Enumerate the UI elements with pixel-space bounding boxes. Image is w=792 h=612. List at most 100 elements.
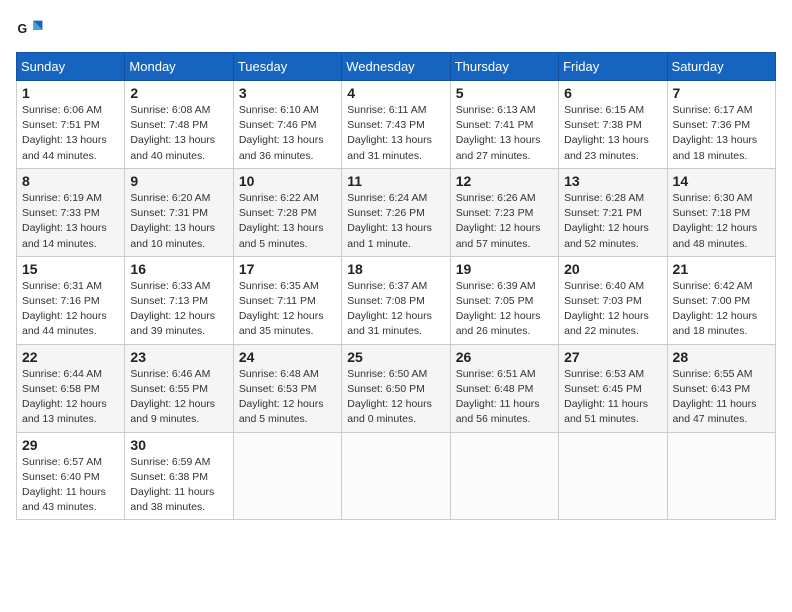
cell-day-number: 23: [130, 349, 227, 365]
cell-info: Sunrise: 6:42 AMSunset: 7:00 PMDaylight:…: [673, 279, 770, 340]
calendar-week-1: 1Sunrise: 6:06 AMSunset: 7:51 PMDaylight…: [17, 81, 776, 169]
cell-day-number: 8: [22, 173, 119, 189]
calendar-cell: 23 Sunrise: 6:46 AMSunset: 6:55 PMDayligh…: [125, 344, 233, 432]
day-header-wednesday: Wednesday: [342, 53, 450, 81]
cell-info: Sunrise: 6:06 AMSunset: 7:51 PMDaylight:…: [22, 103, 119, 164]
day-header-tuesday: Tuesday: [233, 53, 341, 81]
cell-day-number: 22: [22, 349, 119, 365]
cell-day-number: 26: [456, 349, 553, 365]
cell-day-number: 17: [239, 261, 336, 277]
cell-info: Sunrise: 6:39 AMSunset: 7:05 PMDaylight:…: [456, 279, 553, 340]
cell-info: Sunrise: 6:17 AMSunset: 7:36 PMDaylight:…: [673, 103, 770, 164]
cell-day-number: 19: [456, 261, 553, 277]
cell-day-number: 18: [347, 261, 444, 277]
cell-day-number: 6: [564, 85, 661, 101]
cell-day-number: 12: [456, 173, 553, 189]
cell-day-number: 9: [130, 173, 227, 189]
day-header-thursday: Thursday: [450, 53, 558, 81]
cell-info: Sunrise: 6:50 AMSunset: 6:50 PMDaylight:…: [347, 367, 444, 428]
calendar-cell: [559, 432, 667, 520]
cell-info: Sunrise: 6:57 AMSunset: 6:40 PMDaylight:…: [22, 455, 119, 516]
cell-info: Sunrise: 6:35 AMSunset: 7:11 PMDaylight:…: [239, 279, 336, 340]
cell-day-number: 14: [673, 173, 770, 189]
logo: G: [16, 16, 48, 44]
calendar-cell: 9 Sunrise: 6:20 AMSunset: 7:31 PMDaylight…: [125, 168, 233, 256]
calendar-header: SundayMondayTuesdayWednesdayThursdayFrid…: [17, 53, 776, 81]
cell-info: Sunrise: 6:19 AMSunset: 7:33 PMDaylight:…: [22, 191, 119, 252]
calendar-cell: 6Sunrise: 6:15 AMSunset: 7:38 PMDaylight…: [559, 81, 667, 169]
cell-day-number: 13: [564, 173, 661, 189]
day-header-friday: Friday: [559, 53, 667, 81]
calendar-cell: [342, 432, 450, 520]
calendar-cell: 22 Sunrise: 6:44 AMSunset: 6:58 PMDayligh…: [17, 344, 125, 432]
header: G: [16, 16, 776, 44]
cell-day-number: 10: [239, 173, 336, 189]
calendar-cell: [667, 432, 775, 520]
calendar-cell: 1Sunrise: 6:06 AMSunset: 7:51 PMDaylight…: [17, 81, 125, 169]
cell-info: Sunrise: 6:55 AMSunset: 6:43 PMDaylight:…: [673, 367, 770, 428]
cell-info: Sunrise: 6:28 AMSunset: 7:21 PMDaylight:…: [564, 191, 661, 252]
calendar-cell: 27 Sunrise: 6:53 AMSunset: 6:45 PMDayligh…: [559, 344, 667, 432]
cell-info: Sunrise: 6:22 AMSunset: 7:28 PMDaylight:…: [239, 191, 336, 252]
cell-day-number: 21: [673, 261, 770, 277]
cell-day-number: 24: [239, 349, 336, 365]
calendar-cell: 16 Sunrise: 6:33 AMSunset: 7:13 PMDayligh…: [125, 256, 233, 344]
cell-day-number: 4: [347, 85, 444, 101]
cell-day-number: 27: [564, 349, 661, 365]
calendar-cell: 14 Sunrise: 6:30 AMSunset: 7:18 PMDayligh…: [667, 168, 775, 256]
calendar-week-4: 22 Sunrise: 6:44 AMSunset: 6:58 PMDayligh…: [17, 344, 776, 432]
cell-info: Sunrise: 6:11 AMSunset: 7:43 PMDaylight:…: [347, 103, 444, 164]
calendar-cell: 15 Sunrise: 6:31 AMSunset: 7:16 PMDayligh…: [17, 256, 125, 344]
cell-info: Sunrise: 6:59 AMSunset: 6:38 PMDaylight:…: [130, 455, 227, 516]
cell-day-number: 16: [130, 261, 227, 277]
cell-day-number: 15: [22, 261, 119, 277]
calendar-cell: 2Sunrise: 6:08 AMSunset: 7:48 PMDaylight…: [125, 81, 233, 169]
calendar-cell: 5 Sunrise: 6:13 AMSunset: 7:41 PMDaylight…: [450, 81, 558, 169]
calendar-cell: 8 Sunrise: 6:19 AMSunset: 7:33 PMDaylight…: [17, 168, 125, 256]
logo-icon: G: [16, 16, 44, 44]
cell-info: Sunrise: 6:53 AMSunset: 6:45 PMDaylight:…: [564, 367, 661, 428]
cell-info: Sunrise: 6:44 AMSunset: 6:58 PMDaylight:…: [22, 367, 119, 428]
cell-day-number: 3: [239, 85, 336, 101]
cell-info: Sunrise: 6:10 AMSunset: 7:46 PMDaylight:…: [239, 103, 336, 164]
cell-info: Sunrise: 6:24 AMSunset: 7:26 PMDaylight:…: [347, 191, 444, 252]
cell-info: Sunrise: 6:37 AMSunset: 7:08 PMDaylight:…: [347, 279, 444, 340]
days-header-row: SundayMondayTuesdayWednesdayThursdayFrid…: [17, 53, 776, 81]
calendar-week-3: 15 Sunrise: 6:31 AMSunset: 7:16 PMDayligh…: [17, 256, 776, 344]
calendar-week-5: 29 Sunrise: 6:57 AMSunset: 6:40 PMDayligh…: [17, 432, 776, 520]
calendar-cell: 4 Sunrise: 6:11 AMSunset: 7:43 PMDaylight…: [342, 81, 450, 169]
cell-info: Sunrise: 6:48 AMSunset: 6:53 PMDaylight:…: [239, 367, 336, 428]
calendar-cell: 25 Sunrise: 6:50 AMSunset: 6:50 PMDayligh…: [342, 344, 450, 432]
calendar-cell: 13 Sunrise: 6:28 AMSunset: 7:21 PMDayligh…: [559, 168, 667, 256]
day-header-saturday: Saturday: [667, 53, 775, 81]
calendar-cell: 24 Sunrise: 6:48 AMSunset: 6:53 PMDayligh…: [233, 344, 341, 432]
calendar-cell: 20Sunrise: 6:40 AMSunset: 7:03 PMDayligh…: [559, 256, 667, 344]
cell-info: Sunrise: 6:13 AMSunset: 7:41 PMDaylight:…: [456, 103, 553, 164]
cell-day-number: 5: [456, 85, 553, 101]
calendar-cell: 28Sunrise: 6:55 AMSunset: 6:43 PMDayligh…: [667, 344, 775, 432]
cell-info: Sunrise: 6:46 AMSunset: 6:55 PMDaylight:…: [130, 367, 227, 428]
calendar-cell: 21 Sunrise: 6:42 AMSunset: 7:00 PMDayligh…: [667, 256, 775, 344]
cell-info: Sunrise: 6:31 AMSunset: 7:16 PMDaylight:…: [22, 279, 119, 340]
cell-day-number: 29: [22, 437, 119, 453]
calendar-cell: 30Sunrise: 6:59 AMSunset: 6:38 PMDayligh…: [125, 432, 233, 520]
cell-info: Sunrise: 6:26 AMSunset: 7:23 PMDaylight:…: [456, 191, 553, 252]
cell-info: Sunrise: 6:30 AMSunset: 7:18 PMDaylight:…: [673, 191, 770, 252]
calendar-cell: 18 Sunrise: 6:37 AMSunset: 7:08 PMDayligh…: [342, 256, 450, 344]
cell-info: Sunrise: 6:33 AMSunset: 7:13 PMDaylight:…: [130, 279, 227, 340]
calendar-body: 1Sunrise: 6:06 AMSunset: 7:51 PMDaylight…: [17, 81, 776, 520]
calendar-cell: 19 Sunrise: 6:39 AMSunset: 7:05 PMDayligh…: [450, 256, 558, 344]
calendar-cell: 10 Sunrise: 6:22 AMSunset: 7:28 PMDayligh…: [233, 168, 341, 256]
cell-day-number: 7: [673, 85, 770, 101]
calendar-cell: 17 Sunrise: 6:35 AMSunset: 7:11 PMDayligh…: [233, 256, 341, 344]
cell-info: Sunrise: 6:51 AMSunset: 6:48 PMDaylight:…: [456, 367, 553, 428]
svg-text:G: G: [18, 22, 28, 36]
cell-day-number: 11: [347, 173, 444, 189]
day-header-monday: Monday: [125, 53, 233, 81]
calendar-cell: 7 Sunrise: 6:17 AMSunset: 7:36 PMDaylight…: [667, 81, 775, 169]
calendar-cell: 26 Sunrise: 6:51 AMSunset: 6:48 PMDayligh…: [450, 344, 558, 432]
cell-info: Sunrise: 6:20 AMSunset: 7:31 PMDaylight:…: [130, 191, 227, 252]
calendar-table: SundayMondayTuesdayWednesdayThursdayFrid…: [16, 52, 776, 520]
cell-day-number: 25: [347, 349, 444, 365]
cell-info: Sunrise: 6:08 AMSunset: 7:48 PMDaylight:…: [130, 103, 227, 164]
